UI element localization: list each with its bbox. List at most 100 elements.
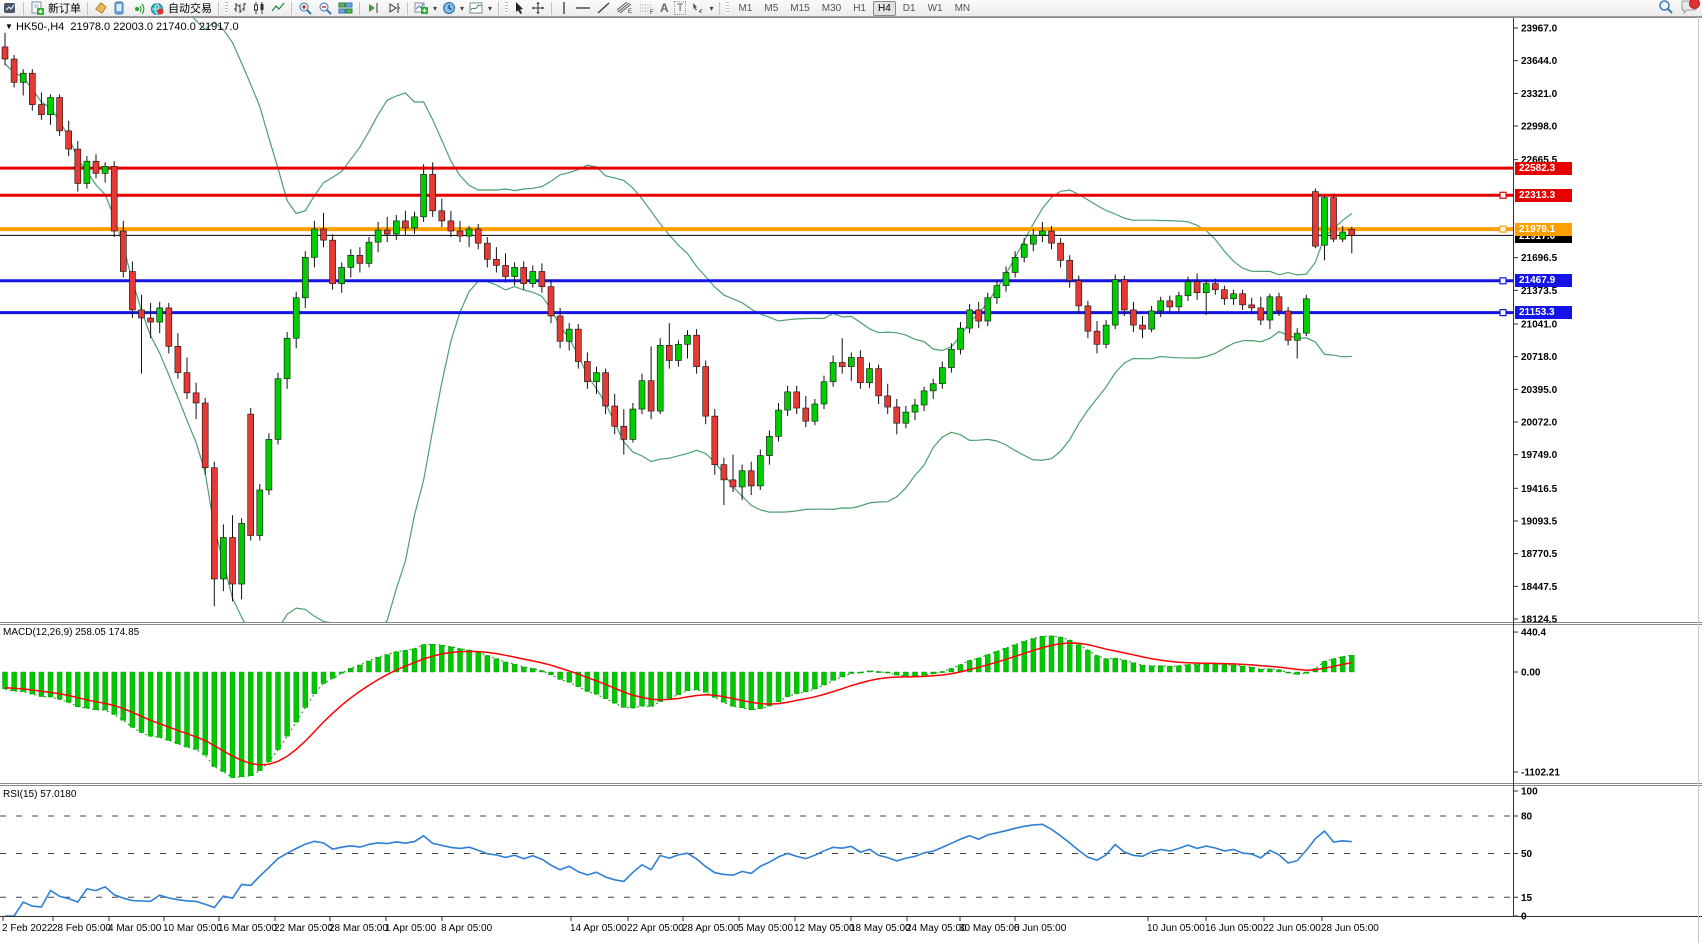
svg-text:22 Apr 05:00: 22 Apr 05:00 (627, 923, 684, 934)
trendline-tool-icon[interactable] (594, 1, 613, 16)
timeframe-MN[interactable]: MN (950, 1, 976, 16)
svg-text:10 Jun 05:00: 10 Jun 05:00 (1147, 923, 1205, 934)
bar-chart-icon[interactable] (231, 1, 249, 16)
macd-panel[interactable] (3, 636, 1355, 778)
svg-text:19093.5: 19093.5 (1521, 516, 1558, 527)
chevron-down-icon: ▾ (709, 4, 713, 13)
cursor-icon[interactable] (511, 1, 528, 16)
svg-text:18447.5: 18447.5 (1521, 582, 1558, 593)
new-order-icon (30, 1, 45, 16)
hline-handle[interactable] (1500, 310, 1506, 316)
line-chart-icon[interactable] (269, 1, 287, 16)
hline-handle[interactable] (1500, 226, 1506, 232)
timeframe-M15[interactable]: M15 (785, 1, 814, 16)
svg-text:28 Apr 05:00: 28 Apr 05:00 (682, 923, 739, 934)
svg-text:22998.0: 22998.0 (1521, 122, 1558, 133)
timeframe-group: M1M5M15M30H1H4D1W1MN (732, 1, 976, 16)
crosshair-icon[interactable] (529, 1, 547, 16)
chart-frame (0, 17, 1702, 943)
notification-badge (1689, 0, 1700, 9)
svg-text:18 May 05:00: 18 May 05:00 (850, 923, 911, 934)
timeframe-M30[interactable]: M30 (817, 1, 846, 16)
svg-text:20718.0: 20718.0 (1521, 352, 1558, 363)
chart-menu-icon[interactable] (1, 1, 19, 16)
chart-canvas[interactable]: 23967.023644.023321.022998.022665.521696… (0, 0, 1702, 943)
promo-icon[interactable] (92, 1, 110, 16)
new-order-button[interactable]: 新订单 (28, 1, 83, 16)
main-toolbar: 新订单 自动交易 (0, 0, 1702, 17)
rsi-panel[interactable] (0, 816, 1513, 916)
timeframe-H1[interactable]: H1 (848, 1, 871, 16)
svg-text:23644.0: 23644.0 (1521, 56, 1558, 67)
timeframe-W1[interactable]: W1 (923, 1, 948, 16)
svg-text:12 May 05:00: 12 May 05:00 (794, 923, 855, 934)
chevron-down-icon: ▾ (488, 4, 492, 13)
candlestick-chart-icon[interactable] (250, 1, 268, 16)
svg-text:8 Apr 05:00: 8 Apr 05:00 (441, 923, 493, 934)
indicators-add-icon (414, 1, 429, 15)
mt4-window: 新订单 自动交易 (0, 0, 1702, 943)
svg-text:E: E (628, 9, 632, 15)
macd-histogram (3, 636, 1355, 778)
svg-text:28 Mar 05:00: 28 Mar 05:00 (329, 923, 388, 934)
vertical-line-tool-icon[interactable] (556, 1, 572, 16)
toolbar-separator (407, 2, 408, 15)
candles-layer (2, 33, 1355, 607)
autotrading-button[interactable]: 自动交易 (148, 1, 214, 16)
textbox-tool-label: T (674, 1, 687, 15)
svg-text:5 May 05:00: 5 May 05:00 (738, 923, 793, 934)
indicators-add-button[interactable]: ▾ (412, 1, 439, 16)
svg-text:20072.0: 20072.0 (1521, 418, 1558, 429)
toolbar-separator (551, 2, 552, 15)
svg-text:19416.5: 19416.5 (1521, 484, 1558, 495)
svg-text:23321.0: 23321.0 (1521, 89, 1558, 100)
text-tool-button[interactable]: A (658, 1, 671, 16)
svg-text:28 Jun 05:00: 28 Jun 05:00 (1321, 923, 1379, 934)
new-order-label: 新订单 (48, 0, 81, 16)
timeframe-M1[interactable]: M1 (733, 1, 757, 16)
main-panel[interactable] (0, 0, 1513, 643)
price-axis[interactable]: 23967.023644.023321.022998.022665.521696… (1513, 24, 1560, 923)
autotrading-icon (150, 1, 165, 16)
mobile-app-icon[interactable] (111, 1, 128, 16)
channel-tool-icon[interactable]: F (636, 1, 657, 16)
svg-text:28 Feb 05:00: 28 Feb 05:00 (52, 923, 111, 934)
timeframe-D1[interactable]: D1 (898, 1, 921, 16)
svg-text:2 Feb 2022: 2 Feb 2022 (2, 923, 53, 934)
timeframe-H4[interactable]: H4 (873, 1, 896, 16)
svg-text:19749.0: 19749.0 (1521, 450, 1558, 461)
svg-text:14 Apr 05:00: 14 Apr 05:00 (570, 923, 627, 934)
horizontal-line-tool-icon[interactable] (573, 1, 593, 16)
zoom-out-icon[interactable] (316, 1, 335, 16)
toolbar-drag-handle[interactable] (225, 2, 228, 14)
chat-notification-icon[interactable] (1681, 0, 1698, 19)
news-signal-icon[interactable] (129, 1, 147, 16)
timeframe-M5[interactable]: M5 (759, 1, 783, 16)
svg-text:16 Mar 05:00: 16 Mar 05:00 (218, 923, 277, 934)
bollinger-upper-band (5, 0, 1352, 351)
svg-text:24 May 05:00: 24 May 05:00 (906, 923, 967, 934)
chevron-down-icon: ▾ (433, 4, 437, 13)
time-axis[interactable]: 2 Feb 202228 Feb 05:004 Mar 05:0010 Mar … (2, 917, 1379, 934)
chart-shift-icon[interactable] (384, 1, 403, 16)
toolbar-drag-handle[interactable] (726, 2, 729, 14)
templates-button[interactable]: ▾ (467, 1, 494, 16)
auto-scroll-icon[interactable] (364, 1, 383, 16)
toolbar-separator (719, 2, 720, 15)
toolbar-right-icons (1658, 0, 1698, 17)
tile-windows-icon[interactable] (336, 1, 355, 16)
search-icon[interactable] (1658, 0, 1673, 19)
zoom-in-icon[interactable] (296, 1, 315, 16)
periods-button[interactable]: ▾ (440, 1, 466, 16)
text-label-tool-button[interactable]: T (672, 1, 689, 16)
svg-text:18124.5: 18124.5 (1521, 615, 1558, 626)
text-tool-label: A (660, 1, 669, 15)
arrows-tool-button[interactable]: ▾ (689, 1, 715, 16)
fibonacci-tool-icon[interactable]: E (614, 1, 635, 16)
templates-icon (469, 1, 484, 15)
hline-handle[interactable] (1500, 278, 1506, 284)
toolbar-drag-handle[interactable] (505, 2, 508, 14)
svg-text:20395.0: 20395.0 (1521, 385, 1558, 396)
svg-text:4 Mar 05:00: 4 Mar 05:00 (108, 923, 162, 934)
hline-handle[interactable] (1500, 192, 1506, 198)
